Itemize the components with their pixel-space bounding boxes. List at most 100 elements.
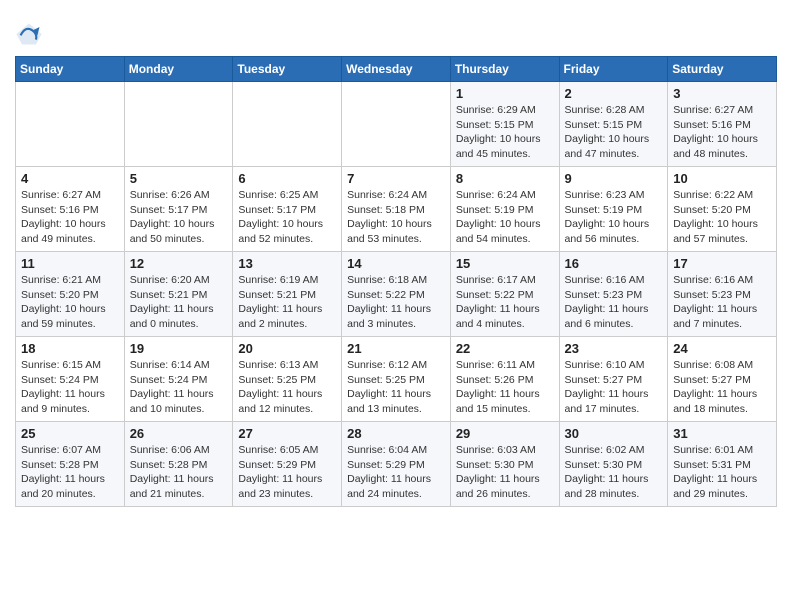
day-number: 9 bbox=[565, 171, 663, 186]
calendar-week-row: 11 Sunrise: 6:21 AMSunset: 5:20 PMDayligh… bbox=[16, 252, 777, 337]
calendar-cell: 7 Sunrise: 6:24 AMSunset: 5:18 PMDaylight… bbox=[342, 167, 451, 252]
calendar-week-row: 1 Sunrise: 6:29 AMSunset: 5:15 PMDaylight… bbox=[16, 82, 777, 167]
calendar-cell: 18 Sunrise: 6:15 AMSunset: 5:24 PMDayligh… bbox=[16, 337, 125, 422]
day-number: 7 bbox=[347, 171, 445, 186]
day-info: Sunrise: 6:27 AMSunset: 5:16 PMDaylight:… bbox=[673, 103, 771, 162]
day-info: Sunrise: 6:21 AMSunset: 5:20 PMDaylight:… bbox=[21, 273, 119, 332]
day-info: Sunrise: 6:24 AMSunset: 5:19 PMDaylight:… bbox=[456, 188, 554, 247]
calendar-cell bbox=[16, 82, 125, 167]
day-info: Sunrise: 6:19 AMSunset: 5:21 PMDaylight:… bbox=[238, 273, 336, 332]
day-number: 31 bbox=[673, 426, 771, 441]
day-number: 16 bbox=[565, 256, 663, 271]
day-number: 26 bbox=[130, 426, 228, 441]
day-number: 23 bbox=[565, 341, 663, 356]
day-info: Sunrise: 6:13 AMSunset: 5:25 PMDaylight:… bbox=[238, 358, 336, 417]
calendar-cell: 4Sunrise: 6:27 AMSunset: 5:16 PMDaylight… bbox=[16, 167, 125, 252]
calendar-cell: 15 Sunrise: 6:17 AMSunset: 5:22 PMDayligh… bbox=[450, 252, 559, 337]
day-info: Sunrise: 6:28 AMSunset: 5:15 PMDaylight:… bbox=[565, 103, 663, 162]
day-number: 2 bbox=[565, 86, 663, 101]
day-number: 28 bbox=[347, 426, 445, 441]
day-info: Sunrise: 6:07 AMSunset: 5:28 PMDaylight:… bbox=[21, 443, 119, 502]
day-info: Sunrise: 6:14 AMSunset: 5:24 PMDaylight:… bbox=[130, 358, 228, 417]
calendar-table: SundayMondayTuesdayWednesdayThursdayFrid… bbox=[15, 56, 777, 507]
day-number: 30 bbox=[565, 426, 663, 441]
calendar-cell: 26Sunrise: 6:06 AMSunset: 5:28 PMDayligh… bbox=[124, 422, 233, 507]
calendar-day-header: Thursday bbox=[450, 57, 559, 82]
day-info: Sunrise: 6:16 AMSunset: 5:23 PMDaylight:… bbox=[565, 273, 663, 332]
calendar-body: 1 Sunrise: 6:29 AMSunset: 5:15 PMDaylight… bbox=[16, 82, 777, 507]
day-number: 21 bbox=[347, 341, 445, 356]
day-info: Sunrise: 6:05 AMSunset: 5:29 PMDaylight:… bbox=[238, 443, 336, 502]
day-info: Sunrise: 6:15 AMSunset: 5:24 PMDaylight:… bbox=[21, 358, 119, 417]
calendar-cell: 28 Sunrise: 6:04 AMSunset: 5:29 PMDayligh… bbox=[342, 422, 451, 507]
calendar-cell: 2 Sunrise: 6:28 AMSunset: 5:15 PMDaylight… bbox=[559, 82, 668, 167]
calendar-cell: 17 Sunrise: 6:16 AMSunset: 5:23 PMDayligh… bbox=[668, 252, 777, 337]
calendar-day-header: Tuesday bbox=[233, 57, 342, 82]
day-number: 6 bbox=[238, 171, 336, 186]
day-info: Sunrise: 6:04 AMSunset: 5:29 PMDaylight:… bbox=[347, 443, 445, 502]
calendar-day-header: Monday bbox=[124, 57, 233, 82]
day-number: 15 bbox=[456, 256, 554, 271]
day-number: 12 bbox=[130, 256, 228, 271]
day-info: Sunrise: 6:12 AMSunset: 5:25 PMDaylight:… bbox=[347, 358, 445, 417]
calendar-cell: 29 Sunrise: 6:03 AMSunset: 5:30 PMDayligh… bbox=[450, 422, 559, 507]
day-info: Sunrise: 6:23 AMSunset: 5:19 PMDaylight:… bbox=[565, 188, 663, 247]
calendar-cell: 22 Sunrise: 6:11 AMSunset: 5:26 PMDayligh… bbox=[450, 337, 559, 422]
day-number: 10 bbox=[673, 171, 771, 186]
day-info: Sunrise: 6:16 AMSunset: 5:23 PMDaylight:… bbox=[673, 273, 771, 332]
calendar-cell: 30 Sunrise: 6:02 AMSunset: 5:30 PMDayligh… bbox=[559, 422, 668, 507]
calendar-day-header: Wednesday bbox=[342, 57, 451, 82]
day-number: 24 bbox=[673, 341, 771, 356]
day-info: Sunrise: 6:02 AMSunset: 5:30 PMDaylight:… bbox=[565, 443, 663, 502]
calendar-cell: 21 Sunrise: 6:12 AMSunset: 5:25 PMDayligh… bbox=[342, 337, 451, 422]
calendar-cell: 27Sunrise: 6:05 AMSunset: 5:29 PMDayligh… bbox=[233, 422, 342, 507]
calendar-header-row: SundayMondayTuesdayWednesdayThursdayFrid… bbox=[16, 57, 777, 82]
calendar-week-row: 25 Sunrise: 6:07 AMSunset: 5:28 PMDayligh… bbox=[16, 422, 777, 507]
calendar-cell: 14 Sunrise: 6:18 AMSunset: 5:22 PMDayligh… bbox=[342, 252, 451, 337]
day-number: 25 bbox=[21, 426, 119, 441]
calendar-cell: 11 Sunrise: 6:21 AMSunset: 5:20 PMDayligh… bbox=[16, 252, 125, 337]
calendar-week-row: 18 Sunrise: 6:15 AMSunset: 5:24 PMDayligh… bbox=[16, 337, 777, 422]
calendar-cell: 23Sunrise: 6:10 AMSunset: 5:27 PMDayligh… bbox=[559, 337, 668, 422]
calendar-cell bbox=[342, 82, 451, 167]
day-info: Sunrise: 6:24 AMSunset: 5:18 PMDaylight:… bbox=[347, 188, 445, 247]
day-number: 1 bbox=[456, 86, 554, 101]
day-info: Sunrise: 6:25 AMSunset: 5:17 PMDaylight:… bbox=[238, 188, 336, 247]
calendar-cell: 5 Sunrise: 6:26 AMSunset: 5:17 PMDaylight… bbox=[124, 167, 233, 252]
day-info: Sunrise: 6:08 AMSunset: 5:27 PMDaylight:… bbox=[673, 358, 771, 417]
calendar-day-header: Sunday bbox=[16, 57, 125, 82]
day-number: 3 bbox=[673, 86, 771, 101]
calendar-week-row: 4Sunrise: 6:27 AMSunset: 5:16 PMDaylight… bbox=[16, 167, 777, 252]
page-header bbox=[15, 10, 777, 48]
day-number: 17 bbox=[673, 256, 771, 271]
day-info: Sunrise: 6:26 AMSunset: 5:17 PMDaylight:… bbox=[130, 188, 228, 247]
calendar-cell: 12Sunrise: 6:20 AMSunset: 5:21 PMDayligh… bbox=[124, 252, 233, 337]
day-number: 20 bbox=[238, 341, 336, 356]
day-number: 22 bbox=[456, 341, 554, 356]
calendar-cell bbox=[233, 82, 342, 167]
day-number: 19 bbox=[130, 341, 228, 356]
day-number: 11 bbox=[21, 256, 119, 271]
day-info: Sunrise: 6:01 AMSunset: 5:31 PMDaylight:… bbox=[673, 443, 771, 502]
calendar-cell: 10Sunrise: 6:22 AMSunset: 5:20 PMDayligh… bbox=[668, 167, 777, 252]
day-number: 5 bbox=[130, 171, 228, 186]
day-number: 29 bbox=[456, 426, 554, 441]
day-info: Sunrise: 6:29 AMSunset: 5:15 PMDaylight:… bbox=[456, 103, 554, 162]
day-info: Sunrise: 6:03 AMSunset: 5:30 PMDaylight:… bbox=[456, 443, 554, 502]
day-number: 14 bbox=[347, 256, 445, 271]
day-number: 8 bbox=[456, 171, 554, 186]
calendar-day-header: Saturday bbox=[668, 57, 777, 82]
calendar-cell: 6 Sunrise: 6:25 AMSunset: 5:17 PMDaylight… bbox=[233, 167, 342, 252]
calendar-cell: 20 Sunrise: 6:13 AMSunset: 5:25 PMDayligh… bbox=[233, 337, 342, 422]
calendar-day-header: Friday bbox=[559, 57, 668, 82]
day-info: Sunrise: 6:18 AMSunset: 5:22 PMDaylight:… bbox=[347, 273, 445, 332]
day-info: Sunrise: 6:17 AMSunset: 5:22 PMDaylight:… bbox=[456, 273, 554, 332]
calendar-cell: 16 Sunrise: 6:16 AMSunset: 5:23 PMDayligh… bbox=[559, 252, 668, 337]
logo bbox=[15, 20, 47, 48]
calendar-cell: 9 Sunrise: 6:23 AMSunset: 5:19 PMDaylight… bbox=[559, 167, 668, 252]
day-info: Sunrise: 6:11 AMSunset: 5:26 PMDaylight:… bbox=[456, 358, 554, 417]
calendar-cell: 25 Sunrise: 6:07 AMSunset: 5:28 PMDayligh… bbox=[16, 422, 125, 507]
calendar-cell bbox=[124, 82, 233, 167]
calendar-cell: 19 Sunrise: 6:14 AMSunset: 5:24 PMDayligh… bbox=[124, 337, 233, 422]
day-number: 18 bbox=[21, 341, 119, 356]
